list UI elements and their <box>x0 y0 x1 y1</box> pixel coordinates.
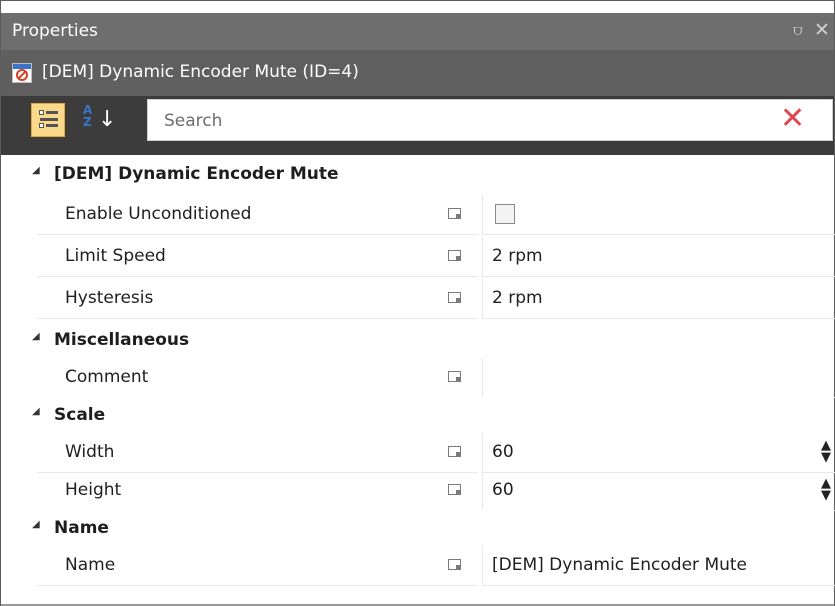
property-row[interactable]: Enable Unconditioned <box>1 195 835 235</box>
collapse-triangle-icon[interactable]: ◢ <box>32 165 40 176</box>
edit-value-icon[interactable] <box>448 250 461 261</box>
edit-value-icon[interactable] <box>448 292 461 303</box>
category-header[interactable]: ◢ Name <box>1 509 834 549</box>
properties-toolbar: A Z ↓ ✕ <box>1 96 834 155</box>
sort-alphabetical-button[interactable]: A Z ↓ <box>81 103 117 137</box>
property-name: Height <box>65 480 122 500</box>
property-name: Comment <box>65 367 149 387</box>
collapse-triangle-icon[interactable]: ◢ <box>32 406 40 417</box>
property-row[interactable]: Width 60 ▲ ▼ <box>1 433 835 473</box>
property-value[interactable]: 2 rpm <box>492 288 543 308</box>
category-header[interactable]: ◢ [DEM] Dynamic Encoder Mute <box>1 155 834 195</box>
property-value[interactable]: 2 rpm <box>492 246 543 266</box>
collapse-triangle-icon[interactable]: ◢ <box>32 519 40 530</box>
property-row[interactable]: Comment <box>1 358 835 398</box>
category-name: Miscellaneous <box>54 330 190 350</box>
category-name: Scale <box>54 405 106 425</box>
dynamic-encoder-mute-icon <box>12 63 32 83</box>
arrow-down-icon: ↓ <box>98 107 117 132</box>
property-row[interactable]: Limit Speed 2 rpm <box>1 237 835 277</box>
category-name: Name <box>54 518 109 538</box>
categorized-view-button[interactable] <box>31 103 65 137</box>
property-name: Limit Speed <box>65 246 166 266</box>
property-row[interactable]: Height 60 ▲ ▼ <box>1 471 835 511</box>
edit-value-icon[interactable] <box>448 484 461 495</box>
property-value[interactable]: 60 <box>492 480 514 500</box>
az-label: A Z <box>83 103 93 129</box>
enable-unconditioned-checkbox[interactable] <box>495 204 515 224</box>
search-box: ✕ <box>147 99 833 141</box>
spinner-arrows-icon[interactable]: ▲ ▼ <box>819 477 833 502</box>
property-name: Name <box>65 555 116 575</box>
property-name: Width <box>65 442 115 462</box>
property-row[interactable]: Hysteresis 2 rpm <box>1 279 835 319</box>
spinner-arrows-icon[interactable]: ▲ ▼ <box>819 439 833 464</box>
clear-search-icon[interactable]: ✕ <box>780 102 805 136</box>
property-value[interactable]: 60 <box>492 442 514 462</box>
close-icon[interactable]: ✕ <box>814 19 830 41</box>
property-row[interactable]: Name [DEM] Dynamic Encoder Mute <box>1 546 835 586</box>
edit-value-icon[interactable] <box>448 446 461 457</box>
properties-panel: Properties ⩌ ✕ [DEM] Dynamic Encoder Mut… <box>0 0 835 606</box>
search-input[interactable] <box>162 108 766 134</box>
selected-object-bar: [DEM] Dynamic Encoder Mute (ID=4) <box>1 50 834 96</box>
edit-value-icon[interactable] <box>448 371 461 382</box>
selected-object-title: [DEM] Dynamic Encoder Mute (ID=4) <box>42 62 359 82</box>
panel-title: Properties <box>12 21 98 41</box>
category-header[interactable]: ◢ Scale <box>1 396 834 436</box>
panel-title-bar: Properties ⩌ ✕ <box>1 13 834 50</box>
category-name: [DEM] Dynamic Encoder Mute <box>54 164 339 184</box>
category-header[interactable]: ◢ Miscellaneous <box>1 321 834 361</box>
collapse-triangle-icon[interactable]: ◢ <box>32 331 40 342</box>
edit-value-icon[interactable] <box>448 208 461 219</box>
pin-icon[interactable]: ⩌ <box>793 21 803 39</box>
property-name: Hysteresis <box>65 288 154 308</box>
property-name: Enable Unconditioned <box>65 204 252 224</box>
edit-value-icon[interactable] <box>448 559 461 570</box>
property-value[interactable]: [DEM] Dynamic Encoder Mute <box>492 555 747 575</box>
